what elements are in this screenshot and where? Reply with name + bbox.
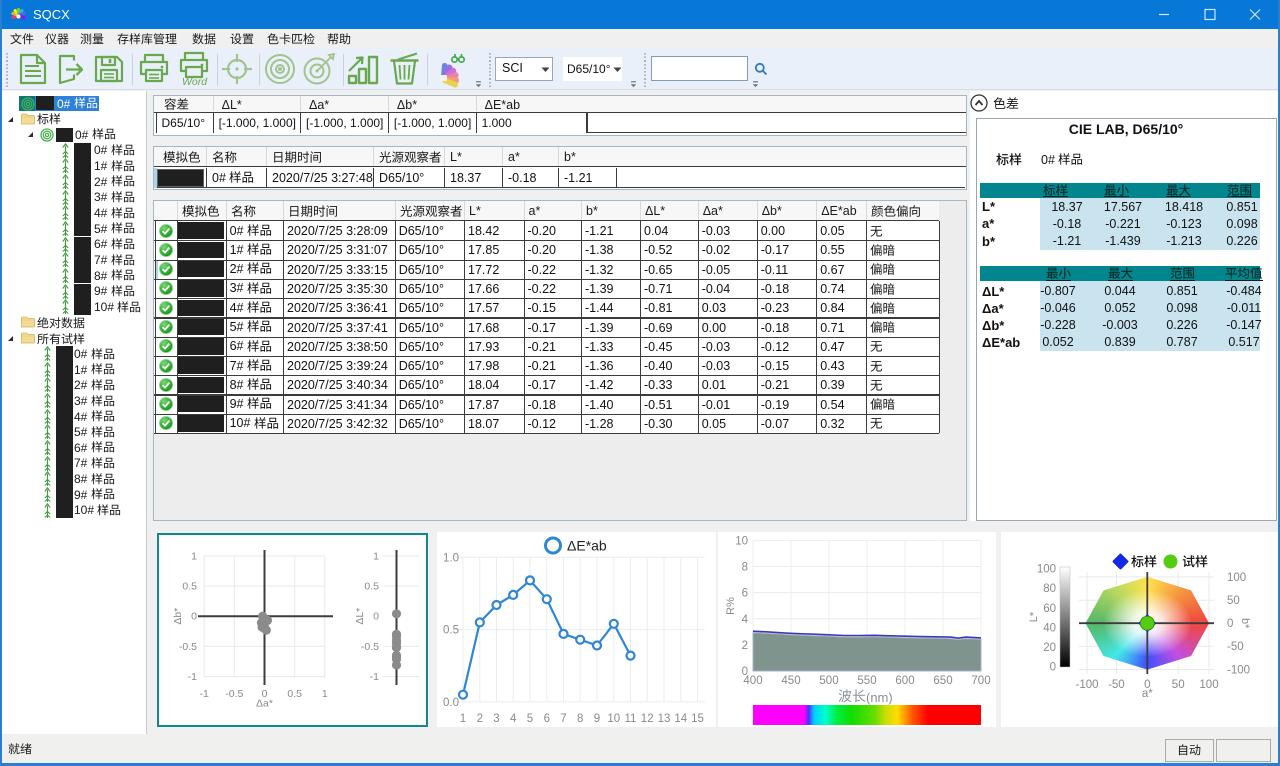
svg-text:4: 4 (510, 713, 517, 725)
svg-text:650: 650 (933, 675, 952, 687)
svg-text:11: 11 (625, 713, 637, 725)
svg-text:6: 6 (544, 713, 550, 725)
svg-text:0.0: 0.0 (443, 697, 459, 709)
svg-text:-0.5: -0.5 (179, 641, 197, 653)
svg-text:14: 14 (674, 713, 687, 725)
svg-text:2: 2 (477, 713, 483, 725)
svg-text:10: 10 (735, 535, 748, 547)
svg-text:-0.5: -0.5 (225, 688, 243, 700)
svg-text:1: 1 (191, 550, 197, 562)
svg-text:8: 8 (577, 713, 583, 725)
svg-text:450: 450 (781, 675, 800, 687)
svg-text:-1: -1 (370, 671, 379, 683)
svg-text:10: 10 (607, 713, 620, 725)
svg-text:Δb*: Δb* (172, 608, 184, 625)
svg-text:1: 1 (322, 688, 328, 700)
svg-text:Δa*: Δa* (256, 698, 273, 710)
svg-text:-1: -1 (188, 671, 197, 683)
svg-text:0: 0 (191, 611, 197, 623)
svg-text:6: 6 (742, 588, 748, 600)
svg-text:-0.5: -0.5 (361, 641, 379, 653)
svg-text:8: 8 (742, 562, 748, 574)
svg-text:ΔL*: ΔL* (354, 608, 366, 625)
svg-text:15: 15 (691, 713, 704, 725)
svg-text:550: 550 (857, 675, 876, 687)
svg-text:7: 7 (560, 713, 566, 725)
svg-text:0.5: 0.5 (182, 581, 197, 593)
svg-text:1.0: 1.0 (443, 552, 459, 564)
svg-text:3: 3 (493, 713, 499, 725)
svg-text:0.5: 0.5 (364, 581, 379, 593)
svg-text:ΔE*ab: ΔE*ab (567, 538, 607, 554)
svg-text:2: 2 (742, 640, 748, 652)
svg-text:1: 1 (460, 713, 466, 725)
svg-text:12: 12 (641, 713, 654, 725)
svg-text:13: 13 (658, 713, 671, 725)
svg-text:500: 500 (819, 675, 838, 687)
svg-text:700: 700 (971, 675, 990, 687)
svg-text:Word: Word (182, 76, 208, 88)
svg-text:400: 400 (743, 675, 762, 687)
svg-text:-1: -1 (200, 688, 209, 700)
svg-text:4: 4 (742, 614, 749, 626)
svg-text:0.5: 0.5 (287, 688, 302, 700)
svg-text:9: 9 (594, 713, 600, 725)
svg-text:5: 5 (527, 713, 533, 725)
svg-text:1: 1 (373, 550, 379, 562)
svg-text:0: 0 (373, 611, 379, 623)
svg-text:R%: R% (725, 597, 737, 615)
svg-text:0.5: 0.5 (443, 625, 459, 637)
svg-text:600: 600 (895, 675, 914, 687)
